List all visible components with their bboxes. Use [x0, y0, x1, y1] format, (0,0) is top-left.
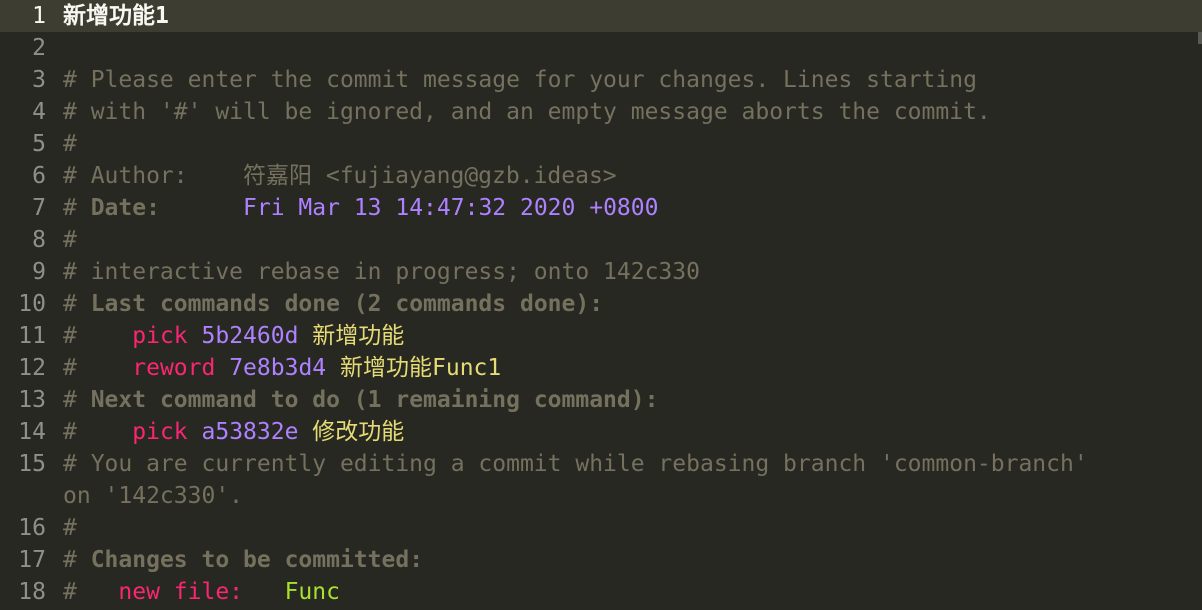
rebase-action: pick: [132, 323, 188, 349]
rebase-command: # pick 5b2460d 新增功能: [63, 320, 404, 352]
text-editor[interactable]: 1 新增功能1 2 3 # Please enter the commit me…: [0, 0, 1202, 610]
date-value: Fri Mar 13 14:47:32 2020 +0800: [243, 195, 659, 221]
editor-line-17[interactable]: 17 # Changes to be committed:: [0, 544, 1202, 576]
editor-line-16[interactable]: 16 #: [0, 512, 1202, 544]
commit-subject: 新增功能: [312, 323, 405, 349]
editor-line-4[interactable]: 4 # with '#' will be ignored, and an emp…: [0, 96, 1202, 128]
editor-line-2[interactable]: 2: [0, 32, 1202, 64]
section-heading-label: Next command to do (1 remaining command)…: [90, 387, 659, 413]
comment-hash: #: [63, 291, 91, 317]
changed-file-entry: # new file: Func: [63, 576, 340, 608]
line-number: 6: [32, 163, 46, 189]
commit-subject: 新增功能Func1: [340, 355, 502, 381]
editor-line-12[interactable]: 12 # reword 7e8b3d4 新增功能Func1: [0, 352, 1202, 384]
date-line: # Date: Fri Mar 13 14:47:32 2020 +0800: [63, 192, 658, 224]
editor-line-15-wrap[interactable]: on '142c330'.: [0, 480, 1202, 512]
line-number: 1: [0, 0, 46, 32]
comment-hash: #: [63, 547, 91, 573]
section-heading: # Next command to do (1 remaining comman…: [63, 384, 658, 416]
editor-line-1[interactable]: 1 新增功能1: [0, 0, 1202, 32]
date-label: Date:: [90, 195, 160, 221]
comment-text: # Please enter the commit message for yo…: [63, 67, 977, 93]
comment-text: #: [63, 131, 77, 157]
editor-line-5[interactable]: 5 #: [0, 128, 1202, 160]
line-number: 2: [32, 35, 46, 61]
comment-text: # interactive rebase in progress; onto 1…: [63, 259, 700, 285]
comment-hash: #: [63, 419, 133, 445]
commit-sha: a53832e: [201, 419, 299, 445]
commit-sha: 5b2460d: [201, 323, 299, 349]
line-number: 13: [18, 387, 46, 413]
editor-line-3[interactable]: 3 # Please enter the commit message for …: [0, 64, 1202, 96]
commit-subject: 修改功能: [312, 419, 405, 445]
editor-line-15[interactable]: 15 # You are currently editing a commit …: [0, 448, 1202, 480]
change-kind: new file:: [118, 579, 244, 605]
line-number: 12: [18, 355, 46, 381]
comment-hash: #: [63, 355, 133, 381]
section-heading-label: Changes to be committed:: [90, 547, 424, 573]
rebase-command: # pick a53832e 修改功能: [63, 416, 404, 448]
line-number: 10: [18, 291, 46, 317]
line-number: 14: [18, 419, 46, 445]
commit-message-input[interactable]: 新增功能1: [63, 0, 169, 32]
section-heading: # Changes to be committed:: [63, 544, 423, 576]
section-heading: # Last commands done (2 commands done):: [63, 288, 603, 320]
editor-line-9[interactable]: 9 # interactive rebase in progress; onto…: [0, 256, 1202, 288]
editor-line-13[interactable]: 13 # Next command to do (1 remaining com…: [0, 384, 1202, 416]
file-name: Func: [284, 579, 340, 605]
line-number: 16: [18, 515, 46, 541]
line-number: 5: [32, 131, 46, 157]
editor-line-18[interactable]: 18 # new file: Func: [0, 576, 1202, 608]
line-number: 18: [18, 579, 46, 605]
comment-text: #: [63, 515, 77, 541]
editor-line-14[interactable]: 14 # pick a53832e 修改功能: [0, 416, 1202, 448]
editor-line-8[interactable]: 8 #: [0, 224, 1202, 256]
line-number: 3: [32, 67, 46, 93]
comment-text: # You are currently editing a commit whi…: [63, 451, 1088, 477]
section-heading-label: Last commands done (2 commands done):: [90, 291, 604, 317]
line-number: 17: [18, 547, 46, 573]
comment-text-wrap: on '142c330'.: [63, 483, 244, 509]
author-line: # Author: 符嘉阳 <fujiayang@gzb.ideas>: [63, 160, 617, 192]
comment-hash: #: [63, 323, 133, 349]
line-number: 9: [32, 259, 46, 285]
line-number: 8: [32, 227, 46, 253]
comment-hash: #: [63, 195, 91, 221]
rebase-action: pick: [132, 419, 188, 445]
editor-line-11[interactable]: 11 # pick 5b2460d 新增功能: [0, 320, 1202, 352]
line-number: 11: [18, 323, 46, 349]
editor-line-7[interactable]: 7 # Date: Fri Mar 13 14:47:32 2020 +0800: [0, 192, 1202, 224]
author-label: # Author:: [63, 163, 244, 189]
line-number: 7: [32, 195, 46, 221]
comment-hash: #: [63, 579, 119, 605]
editor-line-10[interactable]: 10 # Last commands done (2 commands done…: [0, 288, 1202, 320]
author-value: 符嘉阳 <fujiayang@gzb.ideas>: [243, 163, 617, 189]
commit-sha: 7e8b3d4: [229, 355, 327, 381]
line-number: 15: [18, 451, 46, 477]
comment-text: # with '#' will be ignored, and an empty…: [63, 99, 991, 125]
comment-hash: #: [63, 387, 91, 413]
line-number: 4: [32, 99, 46, 125]
comment-text: #: [63, 227, 77, 253]
rebase-command: # reword 7e8b3d4 新增功能Func1: [63, 352, 501, 384]
rebase-action: reword: [132, 355, 216, 381]
editor-line-6[interactable]: 6 # Author: 符嘉阳 <fujiayang@gzb.ideas>: [0, 160, 1202, 192]
